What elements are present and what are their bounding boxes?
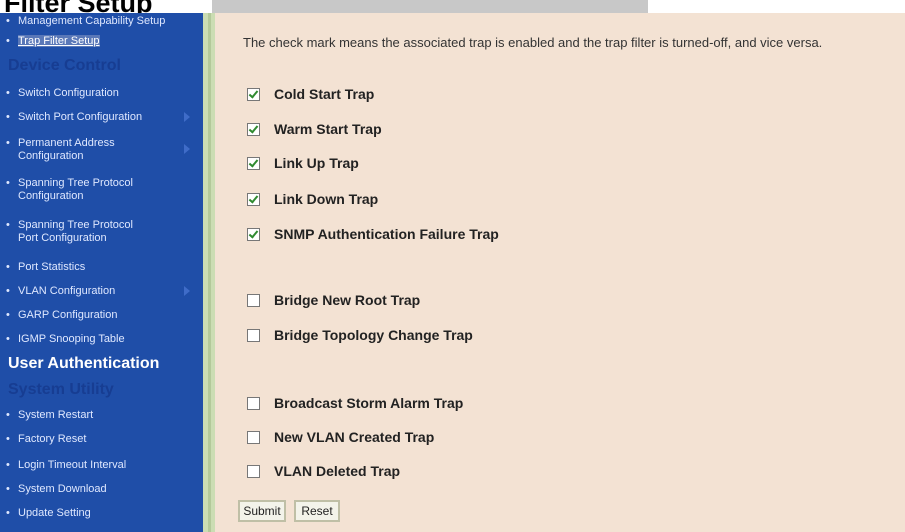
sidebar-item-trap-filter-setup[interactable]: • Trap Filter Setup [6,35,100,48]
page-title: Filter Setup [4,0,153,13]
checkbox-warm-start[interactable] [247,122,260,136]
sidebar-item-spanning-tree-port-configuration[interactable]: • Spanning Tree Protocol Port Configurati… [6,219,133,245]
trap-row-new-vlan-created[interactable]: New VLAN Created Trap [247,427,434,447]
sidebar-item-system-restart[interactable]: • System Restart [6,409,93,422]
trap-row-link-up[interactable]: Link Up Trap [247,153,359,173]
sidebar-section-system-utility[interactable]: System Utility [8,381,114,399]
trap-row-broadcast-storm-alarm[interactable]: Broadcast Storm Alarm Trap [247,393,463,413]
title-strip: Filter Setup [0,0,905,13]
sidebar-item-spanning-tree-configuration[interactable]: • Spanning Tree Protocol Configuration [6,177,133,203]
sidebar: • Management Capability Setup • Trap Filte… [0,13,203,532]
trap-label: SNMP Authentication Failure Trap [274,226,499,242]
sidebar-item-update-setting[interactable]: • Update Setting [6,507,91,520]
sidebar-item-system-download[interactable]: • System Download [6,483,107,496]
submit-button[interactable]: Submit [238,500,286,522]
sidebar-item-garp-configuration[interactable]: • GARP Configuration [6,309,117,322]
sidebar-item-management-capability-setup[interactable]: • Management Capability Setup [6,15,165,28]
trap-label: Broadcast Storm Alarm Trap [274,395,464,411]
trap-row-warm-start[interactable]: Warm Start Trap [247,119,382,139]
checkbox-link-down[interactable] [247,192,260,206]
trap-label: Link Up Trap [274,155,359,171]
trap-row-bridge-new-root[interactable]: Bridge New Root Trap [247,290,420,310]
trap-label: Warm Start Trap [274,121,382,137]
trap-label: VLAN Deleted Trap [274,463,401,479]
title-bar [212,0,648,13]
submenu-arrow-icon [184,286,190,296]
sidebar-item-factory-reset[interactable]: • Factory Reset [6,433,86,446]
trap-label: Link Down Trap [274,191,379,207]
reset-button[interactable]: Reset [294,500,340,522]
trap-row-snmp-auth-failure[interactable]: SNMP Authentication Failure Trap [247,224,499,244]
trap-label: New VLAN Created Trap [274,429,435,445]
frame-divider-line [208,13,211,532]
sidebar-item-igmp-snooping-table[interactable]: • IGMP Snooping Table [6,333,125,346]
checkbox-cold-start[interactable] [247,87,260,101]
sidebar-item-switch-port-configuration[interactable]: • Switch Port Configuration [6,111,142,124]
main-panel: The check mark means the associated trap… [215,13,905,532]
trap-row-cold-start[interactable]: Cold Start Trap [247,84,374,104]
checkbox-link-up[interactable] [247,156,260,170]
sidebar-item-vlan-configuration[interactable]: • VLAN Configuration [6,285,115,298]
checkbox-snmp-auth-failure[interactable] [247,227,260,241]
sidebar-item-port-statistics[interactable]: • Port Statistics [6,261,85,274]
trap-label: Bridge Topology Change Trap [274,327,473,343]
checkbox-bridge-topology-change[interactable] [247,328,260,342]
trap-label: Bridge New Root Trap [274,292,421,308]
checkbox-bridge-new-root[interactable] [247,293,260,307]
trap-row-bridge-topology-change[interactable]: Bridge Topology Change Trap [247,325,473,345]
submenu-arrow-icon [184,144,190,154]
sidebar-section-device-control[interactable]: Device Control [8,57,121,75]
checkbox-new-vlan-created[interactable] [247,430,260,444]
trap-label: Cold Start Trap [274,86,375,102]
submenu-arrow-icon [184,112,190,122]
checkbox-broadcast-storm-alarm[interactable] [247,396,260,410]
checkbox-vlan-deleted[interactable] [247,464,260,478]
sidebar-item-login-timeout-interval[interactable]: • Login Timeout Interval [6,459,126,472]
trap-row-vlan-deleted[interactable]: VLAN Deleted Trap [247,461,400,481]
sidebar-item-permanent-address-configuration[interactable]: • Permanent Address Configuration [6,137,115,163]
sidebar-item-switch-configuration[interactable]: • Switch Configuration [6,87,119,100]
trap-row-link-down[interactable]: Link Down Trap [247,189,378,209]
sidebar-section-user-authentication[interactable]: User Authentication [8,355,159,373]
info-text: The check mark means the associated trap… [243,35,823,50]
